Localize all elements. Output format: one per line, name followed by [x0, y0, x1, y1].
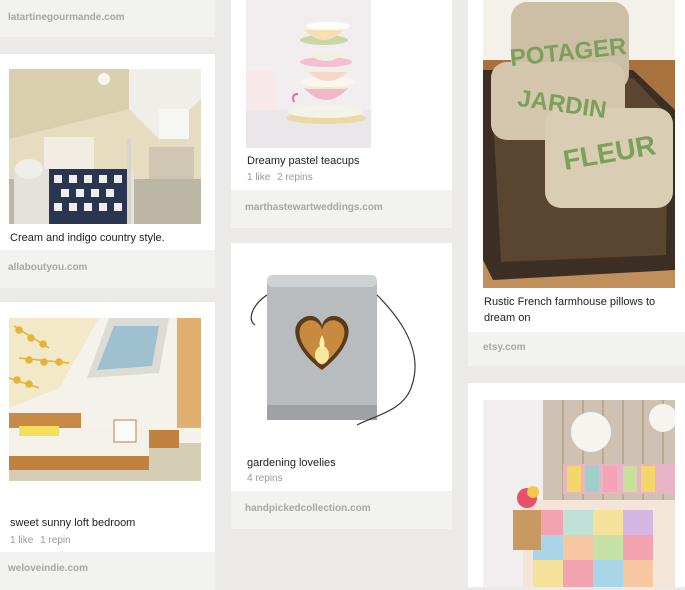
pin-card[interactable]: Dreamy pastel teacups 1 like 2 repins: [231, 0, 452, 190]
pin-description: gardening lovelies: [247, 457, 336, 469]
pin-image[interactable]: POTAGER JARDIN FLEUR: [483, 0, 675, 288]
pin-image[interactable]: [246, 0, 371, 148]
repin-count[interactable]: 4 repins: [247, 473, 283, 484]
repin-count[interactable]: 1 repin: [40, 535, 71, 546]
pin-card[interactable]: gardening lovelies 4 repins: [231, 243, 452, 491]
pin-image[interactable]: [483, 400, 675, 587]
source-url[interactable]: etsy.com: [483, 342, 526, 353]
pin-card[interactable]: [468, 383, 685, 587]
repin-count[interactable]: 2 repins: [277, 172, 313, 183]
pin-description: Rustic French farmhouse pillows to dream…: [484, 296, 656, 324]
pin-source-link[interactable]: allaboutyou.com: [0, 250, 215, 288]
pin-card[interactable]: POTAGER JARDIN FLEUR Rustic French farmh…: [468, 0, 685, 332]
pin-image[interactable]: [9, 69, 201, 224]
source-url[interactable]: marthastewartweddings.com: [245, 202, 383, 213]
pin-source-link[interactable]: handpickedcollection.com: [231, 491, 452, 529]
like-count[interactable]: 1 like: [247, 172, 270, 183]
pin-description: Cream and indigo country style.: [10, 232, 165, 244]
pin-source-link[interactable]: weloveindie.com: [0, 552, 215, 590]
pin-stats: 1 like 1 repin: [10, 535, 75, 546]
pin-source-link[interactable]: marthastewartweddings.com: [231, 190, 452, 228]
pin-description: Dreamy pastel teacups: [247, 155, 360, 167]
pin-card[interactable]: Cream and indigo country style.: [0, 54, 215, 250]
source-url[interactable]: latartinegourmande.com: [8, 12, 125, 23]
pin-source-link[interactable]: latartinegourmande.com: [0, 0, 215, 37]
pin-image[interactable]: [9, 318, 201, 481]
source-url[interactable]: weloveindie.com: [8, 563, 88, 574]
like-count[interactable]: 1 like: [10, 535, 33, 546]
source-url[interactable]: allaboutyou.com: [8, 262, 87, 273]
pin-stats: 1 like 2 repins: [247, 172, 317, 183]
pin-stats: 4 repins: [247, 473, 287, 484]
pin-description: sweet sunny loft bedroom: [10, 517, 136, 529]
pin-source-link[interactable]: etsy.com: [468, 332, 685, 366]
pin-image[interactable]: [247, 265, 437, 435]
source-url[interactable]: handpickedcollection.com: [245, 503, 371, 514]
pin-card[interactable]: sweet sunny loft bedroom 1 like 1 repin: [0, 302, 215, 552]
